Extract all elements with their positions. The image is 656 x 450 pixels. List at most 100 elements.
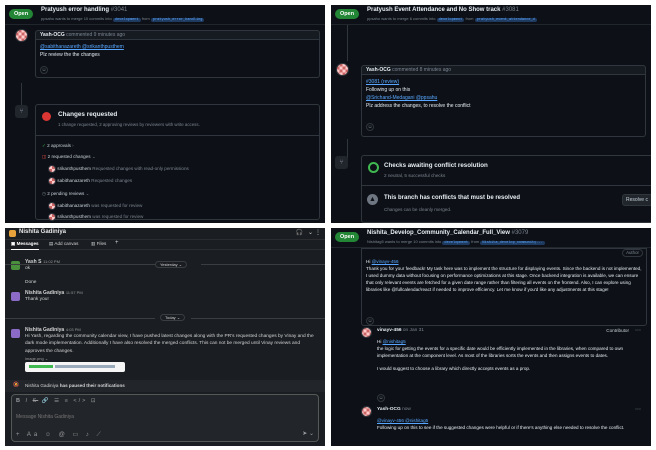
avatar[interactable] <box>11 261 20 270</box>
comment-text: I would suggest to choose a library whic… <box>377 366 531 371</box>
pr-panel-error-handling: Open Pratyush error handling #3041 ppsah… <box>5 5 325 223</box>
dm-title[interactable]: Nishita Gadiniya <box>19 229 66 235</box>
ordered-list-icon[interactable]: ☰ <box>54 398 61 404</box>
pr-author-link[interactable]: Nishitag5 <box>367 239 384 244</box>
bold-icon[interactable]: B <box>16 398 22 404</box>
comment-body: Author Hi @vinayv-456 Thank you for your… <box>361 248 647 326</box>
comment-author[interactable]: vinayv-456 <box>377 328 402 333</box>
pending-reviews-row[interactable]: ◷ 2 pending reviews ⌄ <box>42 191 89 197</box>
pr-title: Nishita_Develop_Community_Calendar_Full_… <box>367 230 528 236</box>
base-branch[interactable]: development <box>436 18 465 22</box>
code-icon[interactable]: </> <box>73 398 87 404</box>
notice-user[interactable]: Nishita Gadiniya <box>25 383 58 388</box>
headphones-icon[interactable]: 🎧 <box>296 229 303 236</box>
date-divider[interactable]: Today ⌄ <box>160 314 186 321</box>
divider <box>201 264 325 265</box>
resolve-conflicts-button[interactable]: Resolve c <box>622 194 651 206</box>
message-time[interactable]: 4:03 PM <box>66 327 81 332</box>
pr-author-link[interactable]: ppsahu <box>41 16 54 21</box>
mic-icon[interactable]: ♪ <box>86 432 92 438</box>
avatar[interactable] <box>11 292 20 301</box>
reviewer-status: Requested changes with read-only permiss… <box>92 166 189 172</box>
avatar[interactable] <box>9 230 16 237</box>
slack-tabs: ▣ Messages ▤ Add canvas ▥ Files + <box>5 240 325 250</box>
plus-icon[interactable]: + <box>16 432 23 438</box>
comment-author[interactable]: Yash-OCG <box>40 32 65 38</box>
tab-files[interactable]: ▥ Files <box>91 241 106 247</box>
review-ref-link[interactable]: #3081 (review) <box>366 78 641 86</box>
reaction-smile-icon[interactable]: ☺ <box>366 123 374 131</box>
bullet-list-icon[interactable]: ≡ <box>65 398 70 404</box>
reaction-smile-icon[interactable]: ☺ <box>40 66 48 74</box>
requested-changes-row[interactable]: ◫ 2 requested changes ⌄ <box>42 154 96 160</box>
shortcut-icon[interactable]: ⟋ <box>96 432 103 438</box>
reviewer-name[interactable]: sabithanazareth <box>57 178 90 183</box>
comment-meta: on Jan 31 <box>402 328 424 333</box>
mention-icon[interactable]: @ <box>59 432 68 438</box>
tab-messages[interactable]: ▣ Messages <box>11 241 39 250</box>
comment-mention[interactable]: @vinayv-456 <box>372 259 399 264</box>
code-block-icon[interactable]: ⊡ <box>91 398 98 404</box>
reviewer-name[interactable]: sabithanazareth <box>57 203 90 208</box>
date-divider[interactable]: Yesterday ⌄ <box>155 261 188 268</box>
add-tab-icon[interactable]: + <box>115 240 119 246</box>
reviewer-name[interactable]: srikanthpusthem <box>57 166 91 171</box>
conflict-title: This branch has conflicts that must be r… <box>384 195 521 201</box>
base-branch[interactable]: development <box>442 241 471 245</box>
comment-author[interactable]: Yash-OCG <box>366 67 391 73</box>
merge-status-box: Checks awaiting conflict resolution 2 ne… <box>361 155 651 223</box>
message: Yash S 11:02 PM ok <box>25 259 60 272</box>
avatar[interactable] <box>11 329 20 338</box>
avatar[interactable] <box>336 63 349 76</box>
pr-title-text: Pratyush error handling <box>41 7 110 13</box>
message-input[interactable] <box>16 412 312 422</box>
avatar <box>48 165 56 173</box>
attachment-name: image.png <box>25 356 44 362</box>
strikethrough-icon[interactable]: S <box>33 398 39 404</box>
reviewer-name[interactable]: srikanthpusthem <box>57 214 91 219</box>
message-time[interactable]: 11:57 PM <box>66 290 83 295</box>
date-label: Today <box>165 315 176 320</box>
italic-icon[interactable]: I <box>26 398 30 404</box>
base-branch[interactable]: development <box>112 18 141 22</box>
formatting-toolbar: B I S 🔗 ☰ ≡ </> ⊡ <box>16 398 97 404</box>
avatar[interactable] <box>361 406 372 417</box>
emoji-icon[interactable]: ☺ <box>45 432 54 438</box>
file-diff-icon: ◫ <box>42 154 47 159</box>
comment-mention[interactable]: @nishitag5 <box>383 339 406 344</box>
head-branch[interactable]: pratyush_event_attendance_d <box>474 18 537 22</box>
more-icon[interactable]: ⋮ <box>315 229 321 236</box>
reviewer-row: srikanthpusthem Requested changes with r… <box>48 165 189 173</box>
avatar[interactable] <box>15 29 28 42</box>
comment-text: Plz review the the changes <box>40 52 100 58</box>
comment-mentions[interactable]: @vinayv-456 @nishitag5 <box>377 417 645 424</box>
chevron-down-icon[interactable]: ⌄ <box>308 229 313 236</box>
pr-title-text: Pratyush Event Attendance and No Show tr… <box>367 7 501 13</box>
attachment-image[interactable] <box>25 362 125 373</box>
from-text: from <box>465 16 474 21</box>
reaction-smile-icon[interactable]: ☺ <box>366 317 374 325</box>
more-icon[interactable]: ⋯ <box>635 406 641 413</box>
comment-mentions[interactable]: @Srichand-Medagani @ppsahu <box>366 94 641 102</box>
send-button[interactable]: ➤ ⌄ <box>302 430 314 437</box>
comment-mentions[interactable]: @sabithanazareth @srikanthpusthem <box>40 43 315 51</box>
avatar[interactable] <box>361 327 372 338</box>
link-icon[interactable]: 🔗 <box>42 398 51 404</box>
author-badge: Author <box>622 249 643 257</box>
pr-subtitle: ppsahu wants to merge 10 commits into de… <box>41 16 205 22</box>
divider <box>36 135 319 136</box>
comment-text: Plz address the changes, to resolve the … <box>366 103 471 109</box>
pr-header: Open Nishita_Develop_Community_Calendar_… <box>331 228 651 248</box>
video-icon[interactable]: ▭ <box>72 432 81 438</box>
comment-author[interactable]: Yash-OCG <box>377 407 401 412</box>
reaction-smile-icon[interactable]: ☺ <box>377 394 385 402</box>
tab-add-canvas[interactable]: ▤ Add canvas <box>49 241 78 247</box>
head-branch[interactable]: Nishita_develop_community... <box>480 241 545 245</box>
pr-author-link[interactable]: ppsahu <box>367 16 380 21</box>
format-icon[interactable]: Aa <box>27 432 40 438</box>
more-icon[interactable]: ⋯ <box>635 327 641 334</box>
attachment-label[interactable]: image.png ⌄ <box>25 356 320 361</box>
head-branch[interactable]: pratyush_error_handling <box>150 18 205 22</box>
message: Nishita Gadiniya 11:57 PM Thank you! <box>25 290 83 303</box>
approvals-row[interactable]: ✓ 2 approvals › <box>42 143 74 149</box>
